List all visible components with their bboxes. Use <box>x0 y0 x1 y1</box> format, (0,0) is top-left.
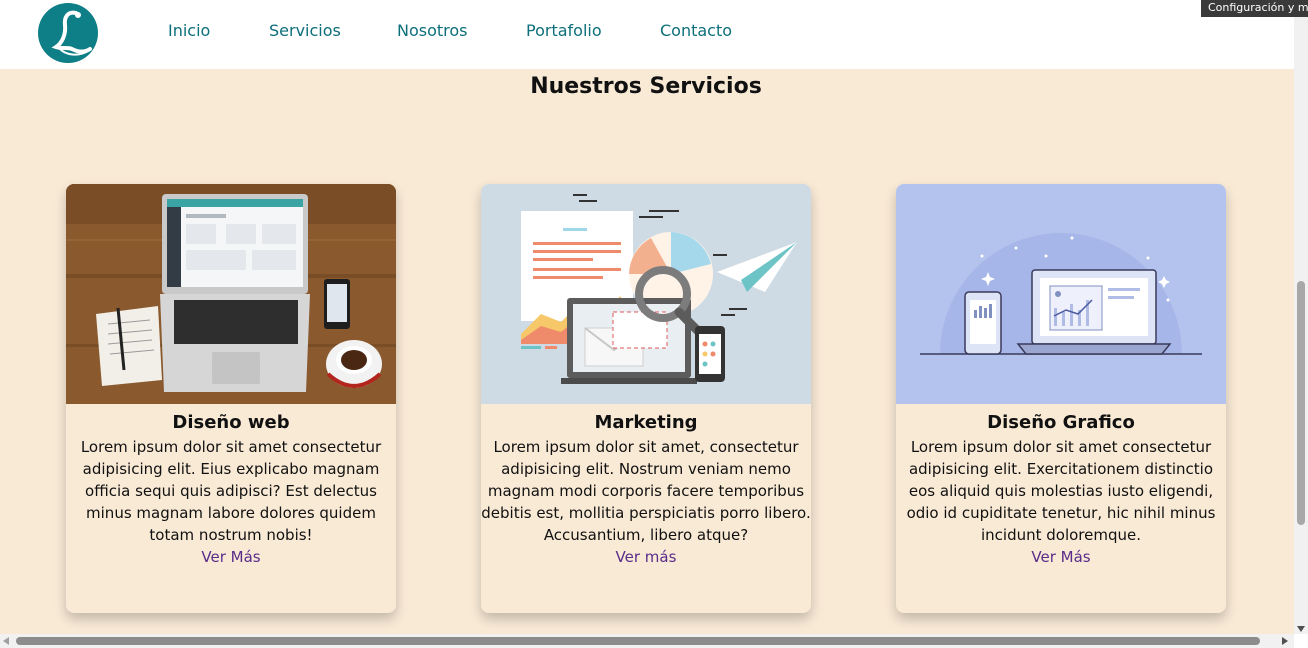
site-header: Inicio Servicios Nosotros Portafolio Con… <box>0 0 1294 69</box>
vertical-scrollbar[interactable] <box>1294 17 1308 634</box>
card-body: Lorem ipsum dolor sit amet, consectetur … <box>481 436 811 568</box>
nav-servicios[interactable]: Servicios <box>269 21 341 40</box>
card-description: Lorem ipsum dolor sit amet consectetur a… <box>80 438 382 544</box>
ver-mas-link[interactable]: Ver más <box>481 546 811 568</box>
scroll-right-arrow-icon[interactable] <box>1282 637 1288 645</box>
service-card-web: Diseño web Lorem ipsum dolor sit amet co… <box>66 184 396 613</box>
card-title: Marketing <box>594 412 698 433</box>
service-card-grafico: Diseño Grafico Lorem ipsum dolor sit ame… <box>896 184 1226 613</box>
nav-nosotros[interactable]: Nosotros <box>397 21 468 40</box>
settings-tooltip: Configuración y más <box>1201 0 1308 17</box>
card-description: Lorem ipsum dolor sit amet, consectetur … <box>481 438 811 544</box>
marketing-illustration <box>481 184 811 404</box>
scroll-down-arrow-icon[interactable] <box>1297 626 1305 632</box>
card-description: Lorem ipsum dolor sit amet consectetur a… <box>906 438 1216 544</box>
service-card-marketing: Marketing Lorem ipsum dolor sit amet, co… <box>481 184 811 613</box>
laptop-desk-image <box>66 184 396 404</box>
card-title: Diseño web <box>172 412 290 433</box>
scrollbar-corner <box>1294 634 1308 648</box>
card-body: Lorem ipsum dolor sit amet consectetur a… <box>66 436 396 568</box>
devices-illustration <box>896 184 1226 404</box>
horizontal-scroll-thumb[interactable] <box>16 637 1260 645</box>
card-body: Lorem ipsum dolor sit amet consectetur a… <box>896 436 1226 568</box>
nav-portafolio[interactable]: Portafolio <box>526 21 602 40</box>
horizontal-scrollbar[interactable] <box>0 634 1294 648</box>
ver-mas-link[interactable]: Ver Más <box>66 546 396 568</box>
vertical-scroll-thumb[interactable] <box>1297 281 1305 525</box>
logo-icon <box>51 10 92 56</box>
section-title: Nuestros Servicios <box>530 74 762 99</box>
nav-inicio[interactable]: Inicio <box>168 21 210 40</box>
logo[interactable] <box>38 3 98 63</box>
ver-mas-link[interactable]: Ver Más <box>896 546 1226 568</box>
card-title: Diseño Grafico <box>987 412 1135 433</box>
nav-contacto[interactable]: Contacto <box>660 21 732 40</box>
scroll-left-arrow-icon[interactable] <box>3 637 9 645</box>
